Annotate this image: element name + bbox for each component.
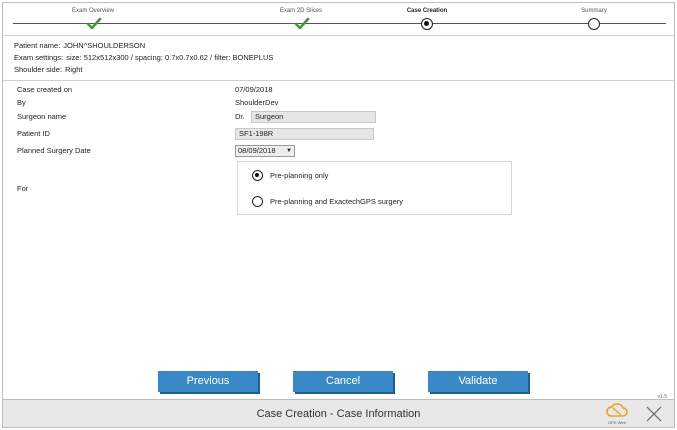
surgeon-prefix: Dr. bbox=[235, 112, 245, 121]
surgeon-name-field[interactable]: Surgeon bbox=[251, 111, 376, 123]
for-label: For bbox=[17, 184, 29, 193]
cancel-button[interactable]: Cancel bbox=[293, 371, 393, 392]
exam-settings-key: Exam settings: bbox=[14, 53, 64, 62]
by-label: By bbox=[17, 98, 26, 107]
current-step-icon bbox=[421, 18, 433, 30]
radio-unchecked-icon[interactable] bbox=[252, 196, 263, 207]
close-button[interactable] bbox=[645, 405, 663, 423]
step-label: Exam Overview bbox=[71, 8, 114, 14]
shoulder-side-key: Shoulder side: bbox=[14, 65, 62, 74]
check-icon bbox=[86, 17, 102, 31]
gps-web-button[interactable]: GPS Web bbox=[602, 403, 632, 426]
footer-bar: Case Creation - Case Information GPS Web bbox=[3, 399, 674, 427]
shoulder-side-value: Right bbox=[64, 65, 83, 74]
step-exam-overview[interactable]: Exam Overview bbox=[28, 7, 158, 31]
chevron-down-icon: ▼ bbox=[286, 148, 292, 154]
check-icon bbox=[294, 17, 310, 31]
patient-name-key: Patient name: bbox=[14, 41, 61, 50]
step-label: Case Creation bbox=[406, 8, 448, 14]
case-created-value: 07/09/2018 bbox=[235, 85, 273, 94]
step-exam-2d-slices[interactable]: Exam 2D Slices bbox=[236, 7, 366, 31]
surgery-date-select[interactable]: 08/09/2018 ▼ bbox=[235, 145, 295, 157]
step-label: Exam 2D Slices bbox=[279, 8, 323, 14]
cloud-icon bbox=[606, 403, 628, 417]
for-options-box: Pre-planning only Pre-planning and Exact… bbox=[237, 161, 512, 215]
patient-id-field[interactable]: SF1-198R bbox=[235, 128, 374, 140]
step-summary[interactable]: Summary bbox=[529, 7, 659, 31]
previous-button[interactable]: Previous bbox=[158, 371, 258, 392]
step-case-creation[interactable]: Case Creation bbox=[362, 7, 492, 31]
exam-settings-row: Exam settings: size: 512x512x300 / spacin… bbox=[14, 52, 663, 64]
exam-settings-value: size: 512x512x300 / spacing: 0.7x0.7x0.6… bbox=[66, 53, 274, 62]
option-label: Pre-planning and ExactechGPS surgery bbox=[270, 197, 403, 206]
pending-step-icon bbox=[588, 18, 600, 30]
option-label: Pre-planning only bbox=[270, 171, 329, 180]
app-window: Exam Overview Exam 2D Slices Case Creati… bbox=[2, 2, 675, 428]
step-label: Summary bbox=[581, 8, 607, 14]
patient-info-panel: Patient name: JOHN^SHOULDERSON Exam setti… bbox=[3, 37, 674, 81]
patient-id-label: Patient ID bbox=[17, 129, 50, 138]
patient-name-row: Patient name: JOHN^SHOULDERSON bbox=[14, 40, 663, 52]
radio-checked-icon[interactable] bbox=[252, 170, 263, 181]
surgery-date-label: Planned Surgery Date bbox=[17, 146, 91, 155]
by-value: ShoulderDev bbox=[235, 98, 279, 107]
surgery-date-value: 08/09/2018 bbox=[238, 146, 276, 155]
workflow-stepper: Exam Overview Exam 2D Slices Case Creati… bbox=[3, 3, 674, 36]
shoulder-side-row: Shoulder side: Right bbox=[14, 64, 663, 76]
patient-name-value: JOHN^SHOULDERSON bbox=[63, 41, 146, 50]
gps-web-label: GPS Web bbox=[608, 420, 626, 425]
close-icon bbox=[646, 406, 662, 422]
validate-button[interactable]: Validate bbox=[428, 371, 528, 392]
footer-title: Case Creation - Case Information bbox=[256, 408, 421, 420]
surgeon-name-label: Surgeon name bbox=[17, 112, 67, 121]
case-created-label: Case created on bbox=[17, 85, 73, 94]
